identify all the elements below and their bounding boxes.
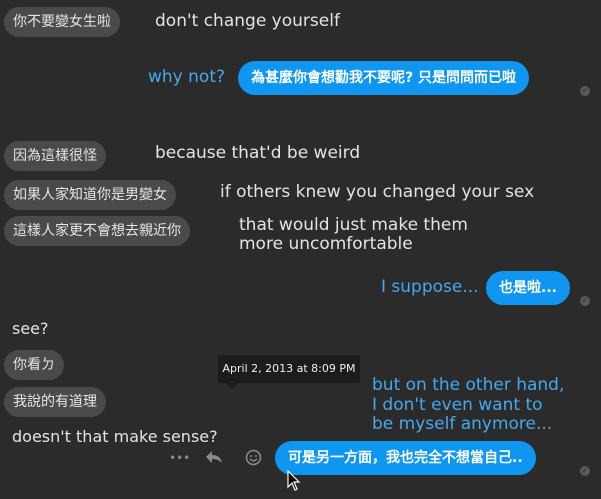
smiley-svg: [245, 449, 262, 466]
translation-text: why not?: [148, 67, 226, 87]
reply-icon[interactable]: [205, 449, 223, 468]
message-bubble-incoming[interactable]: 我說的有道理: [4, 387, 106, 417]
timestamp-tooltip: April 2, 2013 at 8:09 PM: [218, 355, 360, 389]
seen-check-icon: ✓: [580, 86, 590, 96]
more-options-icon[interactable]: •••: [169, 450, 190, 466]
translation-text: but on the other hand,: [372, 375, 565, 395]
translation-text: if others knew you changed your sex: [220, 182, 535, 202]
translation-text: don't change yourself: [155, 11, 340, 31]
translation-text: because that'd be weird: [155, 143, 361, 163]
translation-text: I suppose...: [381, 277, 479, 297]
message-bubble-incoming[interactable]: 因為這樣很怪: [4, 141, 106, 171]
seen-check-icon: ✓: [580, 466, 590, 476]
message-text-incoming[interactable]: doesn't that make sense?: [12, 427, 218, 447]
message-bubble-incoming[interactable]: 你不要變女生啦: [4, 7, 120, 37]
message-bubble-outgoing[interactable]: 可是另一方面，我也完全不想當自己..: [275, 441, 536, 475]
translation-text: more uncomfortable: [239, 234, 413, 254]
seen-check-icon: ✓: [580, 296, 590, 306]
emoji-icon[interactable]: [245, 449, 262, 469]
message-bubble-outgoing[interactable]: 為甚麼你會想勸我不要呢? 只是問問而已啦: [238, 61, 529, 95]
mouse-cursor-icon: [287, 470, 301, 491]
message-bubble-incoming[interactable]: 你看ㄉ: [4, 350, 64, 380]
reply-arrow-svg: [206, 451, 222, 463]
message-text-incoming[interactable]: see?: [12, 319, 49, 339]
translation-text: that would just make them: [239, 215, 468, 235]
translation-text: be myself anymore...: [372, 414, 553, 434]
message-bubble-incoming[interactable]: 這樣人家更不會想去親近你: [4, 216, 190, 246]
message-bubble-incoming[interactable]: 如果人家知道你是男變女: [4, 180, 176, 210]
translation-text: I don't even want to: [372, 395, 543, 415]
message-bubble-outgoing[interactable]: 也是啦...: [486, 271, 570, 305]
